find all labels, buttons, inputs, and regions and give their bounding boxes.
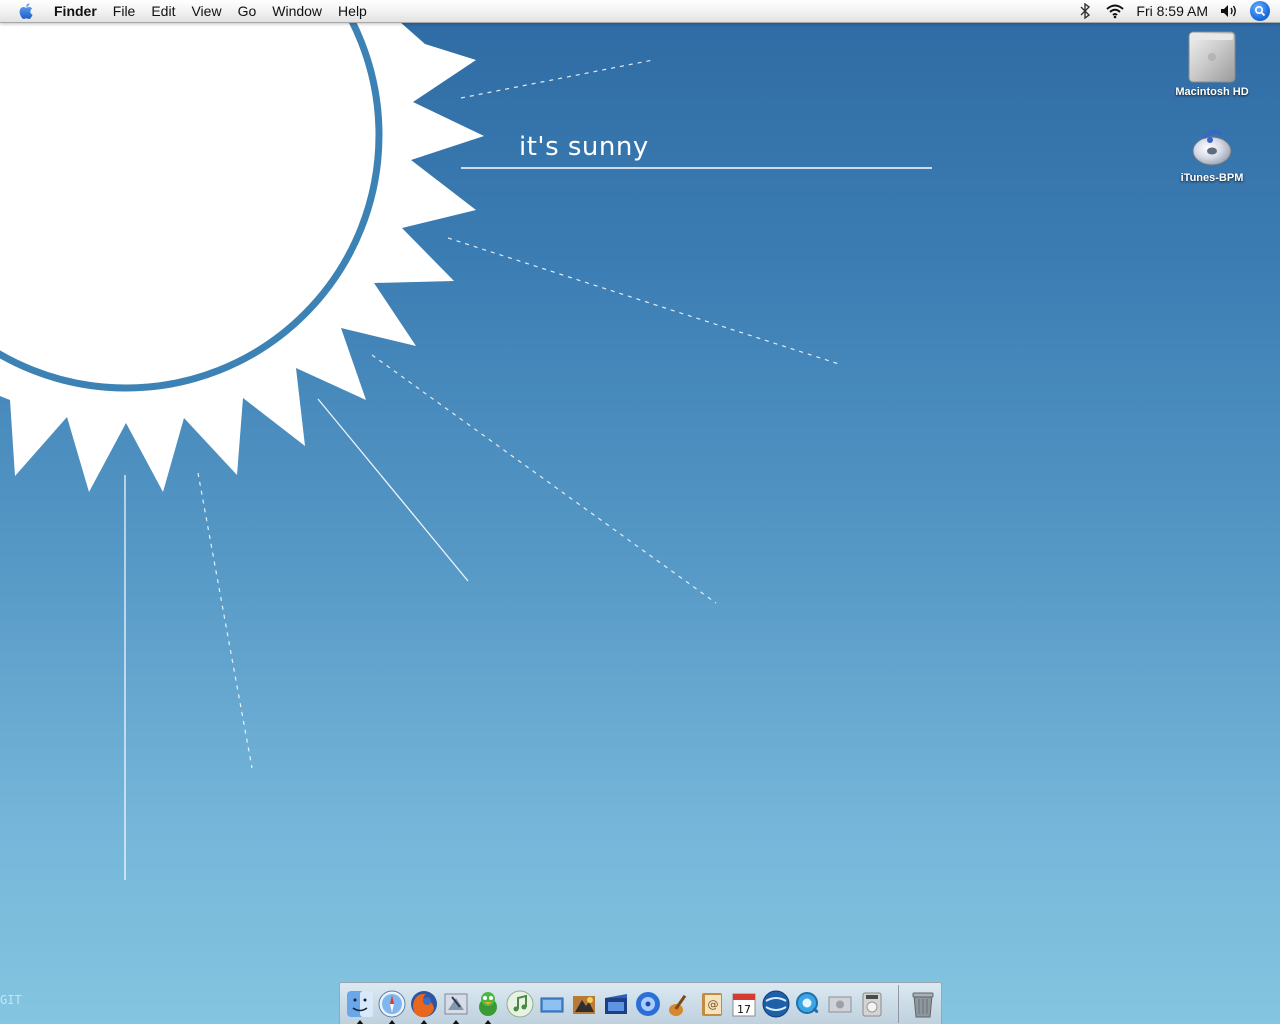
dock-item-itunes[interactable] (505, 988, 535, 1020)
system-preferences-icon (828, 996, 852, 1013)
ray-line (447, 237, 843, 366)
dock: @ 17 (339, 982, 942, 1024)
menu-extras: Fri 8:59 AM (1070, 0, 1280, 22)
apple-icon (19, 3, 33, 20)
running-indicator (484, 1020, 492, 1024)
ical-icon: 17 (732, 993, 756, 1017)
wifi-menu[interactable] (1104, 0, 1126, 22)
ray-line (317, 398, 469, 582)
bluetooth-icon (1080, 3, 1091, 19)
adium-icon (479, 992, 497, 1016)
wallpaper-caption: it's sunny (519, 132, 649, 162)
menu-file[interactable]: File (105, 0, 144, 22)
ray-line (460, 59, 654, 99)
google-earth-icon (762, 990, 790, 1018)
dock-item-quicktime[interactable] (793, 988, 823, 1020)
dvd-player-icon (862, 992, 882, 1017)
running-indicator (420, 1020, 428, 1024)
running-indicator (452, 1020, 460, 1024)
menu-items: Finder File Edit View Go Window Help (46, 0, 375, 22)
dock-item-trash[interactable] (908, 988, 938, 1020)
dock-item-dvd-player[interactable] (857, 988, 887, 1020)
svg-text:@: @ (708, 998, 719, 1011)
running-indicator (356, 1020, 364, 1024)
menu-bar: Finder File Edit View Go Window Help Fri… (0, 0, 1280, 23)
menu-help[interactable]: Help (330, 0, 375, 22)
wifi-icon (1106, 4, 1125, 19)
dock-separator (898, 985, 899, 1023)
ical-date: 17 (737, 1003, 751, 1016)
dock-item-preview[interactable] (569, 988, 599, 1020)
running-indicator (388, 1020, 396, 1024)
preview-icon (573, 996, 595, 1014)
menu-clock[interactable]: Fri 8:59 AM (1136, 3, 1208, 19)
iphoto-icon (540, 997, 564, 1013)
quicktime-icon (796, 992, 819, 1014)
desktop-icon-itunes-bpm[interactable]: iTunes-BPM (1162, 126, 1262, 184)
dock-item-ical[interactable]: 17 (729, 988, 759, 1020)
safari-icon (378, 990, 406, 1018)
address-book-icon: @ (702, 993, 722, 1016)
dock-item-finder[interactable] (345, 988, 375, 1024)
firefox-icon (411, 991, 437, 1017)
dock-apps: @ 17 (344, 985, 939, 1024)
itunes-disc-icon (1190, 126, 1234, 170)
mail-icon (444, 993, 468, 1015)
menu-go[interactable]: Go (230, 0, 265, 22)
menu-window[interactable]: Window (264, 0, 330, 22)
dock-item-garageband[interactable] (665, 988, 695, 1020)
dock-item-system-preferences[interactable] (825, 988, 855, 1020)
menu-edit[interactable]: Edit (143, 0, 183, 22)
dock-item-iphoto[interactable] (537, 988, 567, 1020)
finder-icon (347, 991, 373, 1017)
garageband-icon (669, 994, 687, 1016)
spotlight-button[interactable] (1250, 1, 1270, 21)
menu-finder[interactable]: Finder (46, 0, 105, 22)
volume-menu[interactable] (1218, 0, 1240, 22)
hard-drive-icon (1187, 30, 1237, 84)
dock-item-adium[interactable] (473, 988, 503, 1024)
imovie-icon (605, 994, 627, 1014)
dock-item-mail[interactable] (441, 988, 471, 1024)
dock-item-idvd[interactable] (633, 988, 663, 1020)
desktop-icon-label: iTunes-BPM (1180, 172, 1244, 184)
desktop-icon-label: Macintosh HD (1175, 86, 1249, 98)
spotlight-icon (1254, 5, 1266, 17)
ray-line (371, 354, 717, 604)
dock-item-imovie[interactable] (601, 988, 631, 1020)
desktop[interactable]: it's sunny GIT Macintosh HD iTunes-BPM @… (0, 0, 1280, 1024)
dock-item-address-book[interactable]: @ (697, 988, 727, 1020)
volume-icon (1221, 5, 1236, 17)
desktop-icon-macintosh-hd[interactable]: Macintosh HD (1162, 30, 1262, 98)
dock-item-google-earth[interactable] (761, 988, 791, 1020)
apple-menu[interactable] (18, 2, 38, 20)
menu-view[interactable]: View (183, 0, 229, 22)
itunes-icon (506, 990, 534, 1018)
trash-icon (912, 992, 934, 1018)
dock-item-safari[interactable] (377, 988, 407, 1024)
idvd-icon (636, 992, 660, 1016)
dock-item-firefox[interactable] (409, 988, 439, 1024)
bluetooth-menu[interactable] (1074, 0, 1096, 22)
wallpaper-credit: GIT (0, 993, 22, 1007)
ray-line (197, 472, 253, 769)
